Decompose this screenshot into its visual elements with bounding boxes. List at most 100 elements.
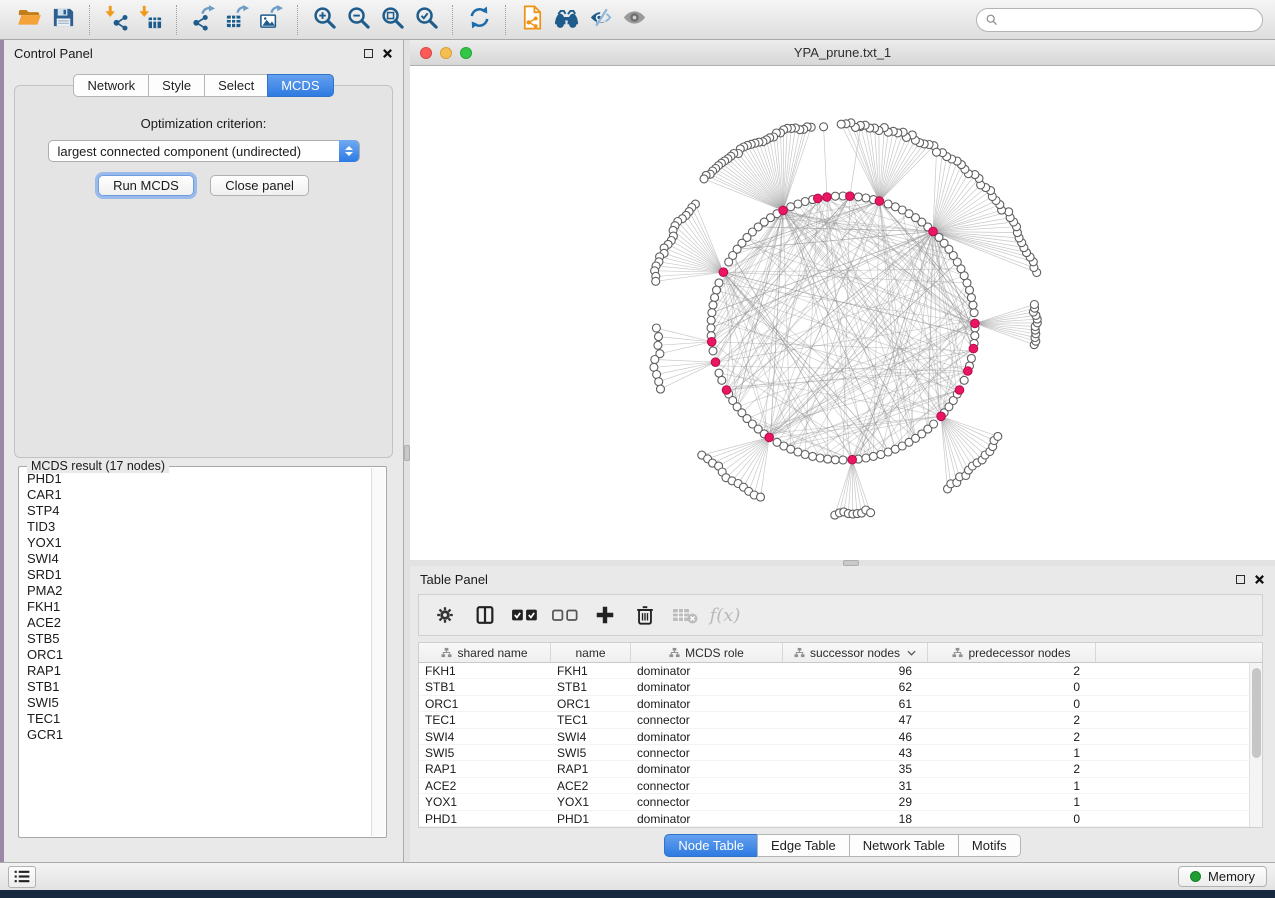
column-header-predecessor-nodes[interactable]: predecessor nodes xyxy=(928,643,1096,662)
mcds-result-item[interactable]: RAP1 xyxy=(23,663,370,679)
table-row[interactable]: ORC1ORC1dominator610 xyxy=(419,696,1262,712)
attribute-type-icon xyxy=(952,647,963,658)
table-toolbar-unselect-all-button[interactable] xyxy=(549,600,581,630)
mcds-result-item[interactable]: PHD1 xyxy=(23,471,370,487)
column-header-MCDS-role[interactable]: MCDS role xyxy=(631,643,783,662)
table-body: FKH1FKH1dominator962STB1STB1dominator620… xyxy=(419,663,1262,827)
select-all-icon xyxy=(511,606,539,624)
window-close-button[interactable] xyxy=(420,47,432,59)
mcds-result-item[interactable]: SRD1 xyxy=(23,567,370,583)
optimization-criterion-select[interactable]: largest connected component (undirected) xyxy=(48,140,360,162)
search-input[interactable] xyxy=(1004,13,1254,27)
table-tab-motifs[interactable]: Motifs xyxy=(958,834,1021,857)
mcds-result-item[interactable]: GCR1 xyxy=(23,727,370,743)
run-mcds-button[interactable]: Run MCDS xyxy=(98,175,194,196)
toolbar-hide-selected-button[interactable] xyxy=(583,4,617,36)
toolbar-export-image-button[interactable] xyxy=(254,4,288,36)
scrollbar-thumb[interactable] xyxy=(1252,668,1261,758)
table-row[interactable]: YOX1YOX1connector291 xyxy=(419,794,1262,810)
table-cell: 46 xyxy=(783,729,928,744)
table-row[interactable]: RAP1RAP1dominator352 xyxy=(419,761,1262,777)
table-cell: dominator xyxy=(631,811,783,826)
toolbar-open-file-button[interactable] xyxy=(12,4,46,36)
table-toolbar-gear-button[interactable] xyxy=(429,600,461,630)
tab-style[interactable]: Style xyxy=(148,74,205,97)
toolbar-export-network-button[interactable] xyxy=(186,4,220,36)
table-tab-node-table[interactable]: Node Table xyxy=(664,834,758,857)
table-row[interactable]: PHD1PHD1dominator180 xyxy=(419,811,1262,827)
window-zoom-button[interactable] xyxy=(460,47,472,59)
import-network-icon xyxy=(103,4,130,36)
close-panel-icon[interactable] xyxy=(382,48,393,59)
window-minimize-button[interactable] xyxy=(440,47,452,59)
mcds-result-item[interactable]: SWI4 xyxy=(23,551,370,567)
toolbar-zoom-fit-button[interactable] xyxy=(375,4,409,36)
table-cell: 18 xyxy=(783,811,928,826)
network-graph-canvas[interactable] xyxy=(410,66,1275,560)
gear-icon xyxy=(434,604,456,626)
save-icon xyxy=(50,4,77,36)
table-tab-edge-table[interactable]: Edge Table xyxy=(757,834,850,857)
mcds-result-item[interactable]: CAR1 xyxy=(23,487,370,503)
column-header-name[interactable]: name xyxy=(551,643,631,662)
tab-mcds[interactable]: MCDS xyxy=(267,74,333,97)
table-row[interactable]: TEC1TEC1connector472 xyxy=(419,712,1262,728)
table-scrollbar[interactable] xyxy=(1249,663,1262,827)
toolbar-save-button[interactable] xyxy=(46,4,80,36)
mcds-result-item[interactable]: ACE2 xyxy=(23,615,370,631)
mcds-result-item[interactable]: TEC1 xyxy=(23,711,370,727)
table-toolbar-add-column-button[interactable] xyxy=(589,600,621,630)
close-panel-button[interactable]: Close panel xyxy=(210,175,309,196)
toolbar-refresh-button[interactable] xyxy=(462,4,496,36)
float-panel-icon[interactable] xyxy=(1236,575,1245,584)
table-toolbar-delete-columns-button[interactable] xyxy=(629,600,661,630)
mcds-result-item[interactable]: ORC1 xyxy=(23,647,370,663)
table-tab-network-table[interactable]: Network Table xyxy=(849,834,959,857)
toolbar-zoom-in-button[interactable] xyxy=(307,4,341,36)
table-cell: YOX1 xyxy=(551,794,631,809)
unselect-all-icon xyxy=(551,606,579,624)
mcds-tab-content: Optimization criterion: largest connecte… xyxy=(14,85,393,458)
mcds-result-item[interactable]: FKH1 xyxy=(23,599,370,615)
mcds-result-item[interactable]: STB5 xyxy=(23,631,370,647)
table-row[interactable]: ACE2ACE2connector311 xyxy=(419,778,1262,794)
toolbar-search-network-button[interactable] xyxy=(549,4,583,36)
mcds-result-item[interactable]: PMA2 xyxy=(23,583,370,599)
table-row[interactable]: SWI4SWI4dominator462 xyxy=(419,729,1262,745)
function-builder-icon: f(x) xyxy=(710,605,741,626)
search-field[interactable] xyxy=(976,8,1263,32)
tab-select[interactable]: Select xyxy=(204,74,268,97)
mcds-result-item[interactable]: STB1 xyxy=(23,679,370,695)
table-cell: dominator xyxy=(631,696,783,711)
table-row[interactable]: STB1STB1dominator620 xyxy=(419,679,1262,695)
mcds-result-item[interactable]: SWI5 xyxy=(23,695,370,711)
mcds-result-item[interactable]: YOX1 xyxy=(23,535,370,551)
refresh-icon xyxy=(466,4,493,36)
memory-button[interactable]: Memory xyxy=(1178,866,1267,887)
table-toolbar-columns-button[interactable] xyxy=(469,600,501,630)
toolbar-share-document-button[interactable] xyxy=(515,4,549,36)
table-row[interactable]: FKH1FKH1dominator962 xyxy=(419,663,1262,679)
close-panel-icon[interactable] xyxy=(1254,574,1265,585)
table-cell: 0 xyxy=(928,696,1096,711)
table-toolbar-select-all-button[interactable] xyxy=(509,600,541,630)
show-panels-button[interactable] xyxy=(8,866,36,888)
toolbar-import-network-button[interactable] xyxy=(99,4,133,36)
mcds-result-item[interactable]: STP4 xyxy=(23,503,370,519)
network-graph[interactable] xyxy=(410,66,1275,560)
toolbar-zoom-selected-button[interactable] xyxy=(409,4,443,36)
control-panel-title: Control Panel xyxy=(14,46,364,61)
table-toolbar-function-builder-button: f(x) xyxy=(709,600,741,630)
column-header-shared-name[interactable]: shared name xyxy=(419,643,551,662)
table-cell: RAP1 xyxy=(551,761,631,776)
table-panel: Table Panel f(x) shared namenameMCDS rol… xyxy=(410,566,1275,862)
toolbar-zoom-out-button[interactable] xyxy=(341,4,375,36)
float-panel-icon[interactable] xyxy=(364,49,373,58)
table-row[interactable]: SWI5SWI5connector431 xyxy=(419,745,1262,761)
toolbar-export-table-button[interactable] xyxy=(220,4,254,36)
mcds-result-item[interactable]: TID3 xyxy=(23,519,370,535)
toolbar-import-table-button[interactable] xyxy=(133,4,167,36)
tab-network[interactable]: Network xyxy=(73,74,149,97)
mcds-result-scrollbar[interactable] xyxy=(371,468,385,836)
column-header-successor-nodes[interactable]: successor nodes xyxy=(783,643,928,662)
